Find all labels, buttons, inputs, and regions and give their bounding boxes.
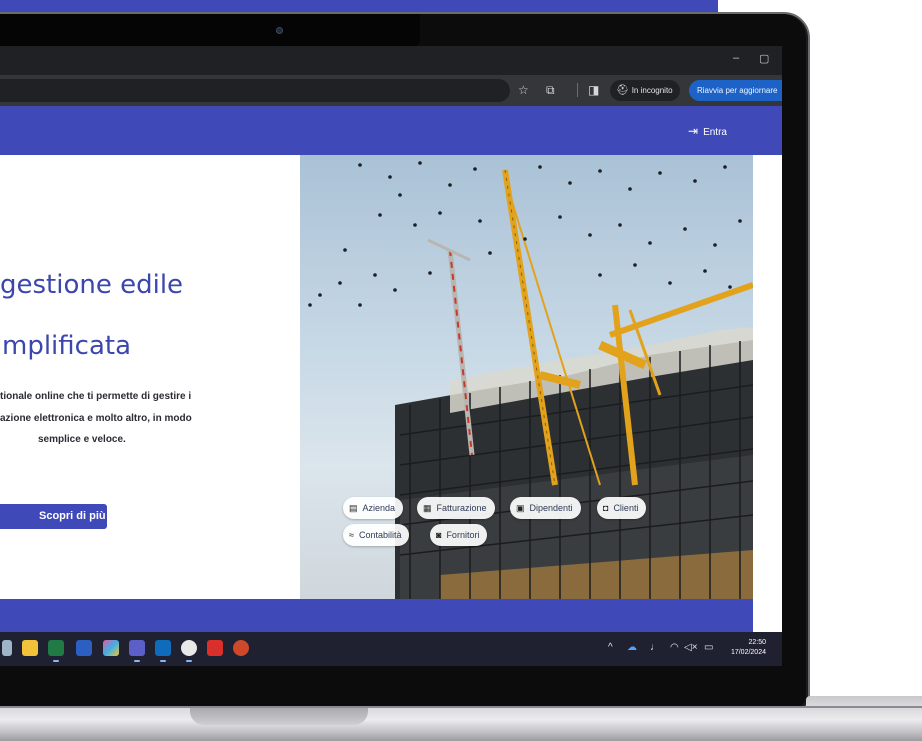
browser-tab-bar: – ▢ <box>0 46 782 75</box>
weather-icon[interactable] <box>2 640 12 656</box>
chip-fatturazione[interactable]: ▦ Fatturazione <box>417 497 495 519</box>
microphone-icon[interactable]: ♩ <box>650 642 660 654</box>
building-icon: ▤ <box>349 503 358 513</box>
login-link[interactable]: ⇥ Entra <box>688 124 727 140</box>
laptop-screen: – ▢ ☆ ⧉ ◨ ⛑ In incognito Riavvia per aggi… <box>0 46 782 666</box>
chip-contabilita[interactable]: ≈ Contabilità <box>343 524 410 546</box>
outlook-running-indicator <box>160 660 166 662</box>
windows-taskbar: ^ ☁ ♩ ◠ ◁× ▭ 22:50 17/02/2024 <box>0 632 782 666</box>
chip-azienda-label: Azienda <box>362 503 396 513</box>
wifi-icon[interactable]: ◠ <box>670 642 679 654</box>
hero-description-line-1: tionale online che ti permette di gestir… <box>0 391 192 402</box>
onedrive-icon[interactable]: ☁ <box>627 642 637 654</box>
chip-contabilita-label: Contabilità <box>358 530 402 540</box>
chip-azienda[interactable]: ▤ Azienda <box>343 497 404 519</box>
hero-construction-image: ▤ Azienda ▦ Fatturazione ▣ Dipendenti ◘ Clie… <box>300 155 753 599</box>
discover-more-button[interactable]: Scopri di più <box>0 504 107 529</box>
chip-dipendenti-label: Dipendenti <box>529 503 573 513</box>
chip-fornitori-label: Fornitori <box>446 530 480 540</box>
hero-title-line-1: gestione edile <box>0 270 184 300</box>
side-panel-icon[interactable]: ◨ <box>588 83 599 97</box>
hero-description-line-3: semplice e veloce. <box>38 434 126 445</box>
clock-date: 17/02/2024 <box>730 649 766 656</box>
truck-icon: ◙ <box>436 530 442 540</box>
webcam-icon <box>276 27 283 34</box>
page-scrollbar-area[interactable] <box>753 155 782 599</box>
chevron-up-icon[interactable]: ^ <box>608 642 613 654</box>
incognito-icon: ⛑ <box>616 85 629 96</box>
hero-description-line-2: azione elettronica e molto altro, in mod… <box>0 413 192 424</box>
system-clock[interactable]: 22:50 17/02/2024 <box>728 638 766 658</box>
minimize-icon[interactable]: – <box>733 52 739 64</box>
address-bar[interactable] <box>0 79 510 102</box>
people-icon: ◘ <box>603 503 609 513</box>
laptop-opening-notch <box>190 708 368 725</box>
copilot-icon[interactable] <box>103 640 119 656</box>
chip-clienti-label: Clienti <box>613 503 639 513</box>
speaker-muted-icon[interactable]: ◁× <box>684 642 698 654</box>
acrobat-icon[interactable] <box>207 640 223 656</box>
site-footer-band <box>0 599 753 632</box>
excel-running-indicator <box>53 660 59 662</box>
powerpoint-icon[interactable] <box>233 640 249 656</box>
outlook-icon[interactable] <box>155 640 171 656</box>
site-header: ⇥ Entra <box>0 106 782 155</box>
star-icon[interactable]: ☆ <box>518 83 529 97</box>
clock-time: 22:50 <box>748 639 766 646</box>
hero-text-panel: gestione edile mplificata tionale online… <box>0 155 300 599</box>
relaunch-to-update-button[interactable]: Riavvia per aggiornare <box>689 80 782 101</box>
word-icon[interactable] <box>76 640 92 656</box>
hero-title-line-2: mplificata <box>2 331 132 361</box>
laptop-base <box>0 708 922 741</box>
teams-icon[interactable] <box>129 640 145 656</box>
camera-housing <box>0 14 420 46</box>
chip-fornitori[interactable]: ◙ Fornitori <box>430 524 488 546</box>
chrome-running-indicator <box>186 660 192 662</box>
chip-clienti[interactable]: ◘ Clienti <box>597 497 647 519</box>
battery-icon[interactable]: ▭ <box>704 642 713 654</box>
laptop-mockup: – ▢ ☆ ⧉ ◨ ⛑ In incognito Riavvia per aggi… <box>0 0 922 741</box>
file-explorer-icon[interactable] <box>22 640 38 656</box>
browser-toolbar: ☆ ⧉ ◨ ⛑ In incognito Riavvia per aggiorna… <box>0 75 782 106</box>
teams-running-indicator <box>134 660 140 662</box>
toolbar-divider <box>577 83 578 97</box>
chip-fatturazione-label: Fatturazione <box>436 503 487 513</box>
badge-icon: ▣ <box>516 503 525 513</box>
extensions-icon[interactable]: ⧉ <box>546 83 555 97</box>
login-label: Entra <box>703 127 727 138</box>
incognito-indicator[interactable]: ⛑ In incognito <box>610 80 680 101</box>
login-arrow-icon: ⇥ <box>688 124 699 138</box>
page-top-band <box>0 0 718 12</box>
excel-icon[interactable] <box>48 640 64 656</box>
trend-icon: ≈ <box>349 530 354 540</box>
invoice-icon: ▦ <box>423 503 432 513</box>
incognito-label: In incognito <box>631 86 673 95</box>
chrome-icon[interactable] <box>181 640 197 656</box>
maximize-icon[interactable]: ▢ <box>759 52 769 65</box>
chip-dipendenti[interactable]: ▣ Dipendenti <box>510 497 581 519</box>
